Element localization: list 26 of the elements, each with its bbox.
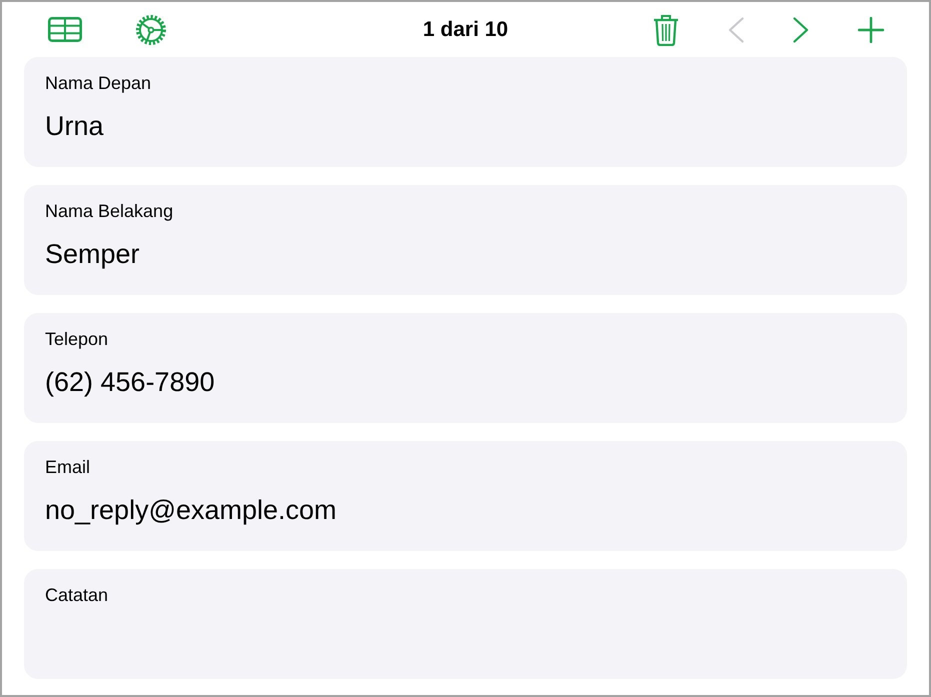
text-field[interactable]: Email no_reply@example.com <box>24 441 907 551</box>
text-field[interactable]: Nama Depan Urna <box>24 57 907 167</box>
trash-icon <box>653 14 679 46</box>
field-label: Nama Belakang <box>45 200 174 223</box>
field-value: no_reply@example.com <box>45 494 337 527</box>
field-label: Nama Depan <box>45 72 152 95</box>
field-value: Semper <box>45 238 140 271</box>
field-value: (62) 456-7890 <box>45 366 215 399</box>
field-label: Email <box>45 456 90 479</box>
settings-button[interactable] <box>135 14 167 46</box>
gear-icon <box>135 14 167 46</box>
add-button[interactable] <box>858 16 884 42</box>
text-field[interactable]: Catatan <box>24 569 907 679</box>
table-view-button[interactable] <box>48 17 82 42</box>
delete-button[interactable] <box>653 14 679 46</box>
chevron-left-icon <box>728 16 744 42</box>
text-field[interactable]: Nama Belakang Semper <box>24 185 907 295</box>
field-value: Urna <box>45 110 104 143</box>
next-button[interactable] <box>793 16 809 42</box>
plus-icon <box>858 16 884 42</box>
field-label: Catatan <box>45 584 108 607</box>
record-counter: 1 dari 10 <box>422 16 508 42</box>
text-field[interactable]: Telepon (62) 456-7890 <box>24 313 907 423</box>
table-icon <box>48 17 82 42</box>
field-label: Telepon <box>45 328 108 351</box>
chevron-right-icon <box>793 16 809 42</box>
